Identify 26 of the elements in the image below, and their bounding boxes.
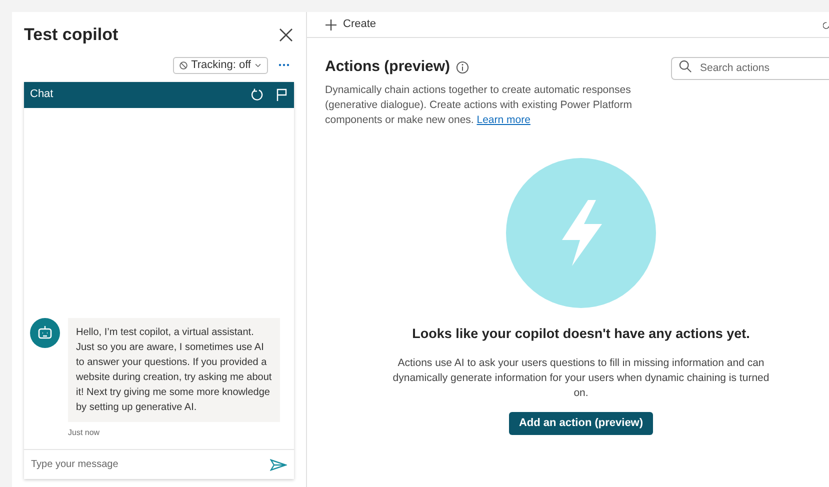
close-icon[interactable] xyxy=(278,26,294,43)
search-icon xyxy=(679,60,692,73)
tracking-dropdown[interactable]: Tracking: off xyxy=(173,56,268,74)
message-field[interactable]: Type your message xyxy=(31,454,270,476)
bot-avatar-icon xyxy=(30,318,60,348)
flag-icon[interactable] xyxy=(276,88,288,102)
search-field[interactable]: Search actions xyxy=(671,56,829,80)
message-bubble: Hello, I’m test copilot, a virtual assistant. Just so you are aware, I sometimes use AI to answer your questions. If you provided a website during creation, try asking me about it! Next try giving me some more knowledge by setting up generative AI. xyxy=(68,318,280,422)
learn-more-link[interactable]: Learn more xyxy=(476,114,530,126)
panel-title: Test copilot xyxy=(24,24,118,46)
create-button[interactable]: Create xyxy=(325,16,376,33)
page-title: Actions (preview) xyxy=(325,57,450,77)
more-icon[interactable] xyxy=(278,63,290,67)
message-time: Just now xyxy=(68,427,101,439)
chevron-down-icon xyxy=(254,61,262,69)
lightning-icon xyxy=(506,158,656,308)
empty-state-heading: Looks like your copilot doesn't have any actions yet. xyxy=(412,324,750,343)
add-action-button[interactable]: Add an action (preview) xyxy=(508,412,654,435)
send-icon[interactable] xyxy=(270,458,287,470)
blocked-icon xyxy=(179,60,188,70)
info-icon[interactable] xyxy=(456,60,470,74)
chat-title: Chat xyxy=(30,87,54,102)
refresh-icon[interactable] xyxy=(250,88,264,102)
page-description: Dynamically chain actions together to create automatic responses (generative dialogue). Create actions with existing Power Platform components or make new ones. Learn more xyxy=(325,82,633,128)
plus-icon xyxy=(325,18,337,30)
empty-state-text: Actions use AI to ask your users questions to fill in missing information and can dynamically generate information for your users when dynamic chaining is turned on. xyxy=(392,356,770,401)
